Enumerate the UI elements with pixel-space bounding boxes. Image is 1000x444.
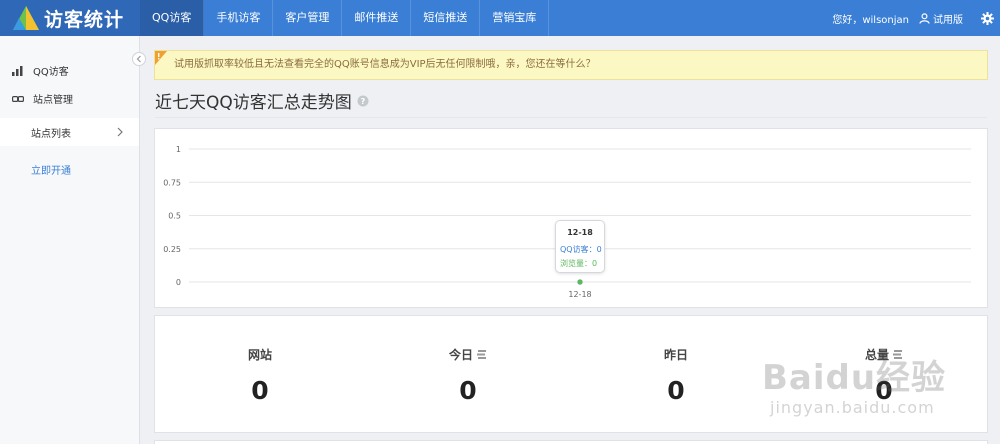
tooltip-value: 0 xyxy=(592,259,598,268)
logo[interactable]: 访客统计 xyxy=(0,0,140,36)
stat-label: 今日 xyxy=(448,348,473,362)
header-right: 您好，wilsonjan 试用版 xyxy=(832,0,1000,36)
gear-icon[interactable] xyxy=(981,11,994,25)
nav-tab-sms-push[interactable]: 短信推送 xyxy=(411,0,481,36)
x-tick-label: 12-18 xyxy=(568,290,591,299)
sidebar-item-label: 站点管理 xyxy=(33,95,73,106)
y-tick-label: 0.25 xyxy=(163,245,181,254)
bar-chart-icon xyxy=(12,65,26,76)
stats-card: 网站 0 今日 0 昨日 0 总量 0 xyxy=(154,315,988,433)
y-tick-label: 1 xyxy=(176,145,181,154)
nav-tab-customer-management[interactable]: 客户管理 xyxy=(273,0,343,36)
stat-label: 网站 xyxy=(247,348,272,362)
sidebar: QQ访客 站点管理 站点列表 立即开通 xyxy=(0,36,146,444)
trial-label: 试用版 xyxy=(933,14,963,26)
chevron-right-icon xyxy=(117,127,123,137)
sidebar-item-qq-visitors[interactable]: QQ访客 xyxy=(12,63,69,78)
bottom-card xyxy=(154,440,988,444)
title-divider xyxy=(155,117,987,118)
nav-tab-mobile-visitors[interactable]: 手机访客 xyxy=(204,0,274,36)
warning-flag-icon xyxy=(155,51,167,65)
chart-tooltip: 12-18 QQ访客：0 浏览量：0 xyxy=(555,220,605,273)
nav-tab-marketing-library[interactable]: 营销宝库 xyxy=(480,0,550,36)
page-title: 近七天QQ访客汇总走势图 ? xyxy=(155,88,369,113)
sidebar-subitem-site-list[interactable]: 站点列表 xyxy=(0,118,139,146)
user-icon xyxy=(919,12,930,24)
logo-icon xyxy=(13,6,39,30)
tooltip-value: 0 xyxy=(596,245,602,254)
stat-value: 0 xyxy=(251,376,269,405)
trend-chart-card: 1 0.75 0.5 0.25 0 12-18 12-18 QQ访客：0 浏览量：0 xyxy=(154,128,988,308)
y-tick-label: 0 xyxy=(176,278,181,287)
stat-value: 0 xyxy=(667,376,685,405)
chevron-left-icon xyxy=(136,55,141,63)
tooltip-label: 浏览量： xyxy=(560,259,592,268)
y-tick-label: 0.5 xyxy=(168,212,181,221)
sidebar-collapse-button[interactable] xyxy=(132,52,146,66)
tooltip-row-qq-visitors: QQ访客：0 xyxy=(560,244,602,255)
series-point-1[interactable] xyxy=(577,279,583,285)
main-nav: QQ访客 手机访客 客户管理 邮件推送 短信推送 营销宝库 xyxy=(140,0,550,36)
stack-icon[interactable] xyxy=(477,350,487,359)
nav-tab-email-push[interactable]: 邮件推送 xyxy=(342,0,412,36)
trial-alert-banner: 试用版抓取率较低且无法查看完全的QQ账号信息成为VIP后无任何限制哦，亲，您还在… xyxy=(154,50,988,80)
logo-text: 访客统计 xyxy=(44,8,125,31)
tooltip-date: 12-18 xyxy=(567,228,593,237)
tooltip-label: QQ访客： xyxy=(560,245,597,254)
stack-icon[interactable] xyxy=(893,350,903,359)
sidebar-subitem-label: 站点列表 xyxy=(31,128,71,140)
nav-tab-qq-visitors[interactable]: QQ访客 xyxy=(140,0,205,36)
trend-chart: 10.750.50.25012-18 xyxy=(163,145,971,299)
alert-text: 试用版抓取率较低且无法查看完全的QQ账号信息成为VIP后无任何限制哦，亲，您还在… xyxy=(174,59,596,70)
top-bar: 访客统计 QQ访客 手机访客 客户管理 邮件推送 短信推送 营销宝库 您好，wi… xyxy=(0,0,1000,36)
y-tick-label: 0.75 xyxy=(163,178,181,187)
stat-value: 0 xyxy=(875,376,893,405)
sidebar-item-label: QQ访客 xyxy=(33,67,69,78)
stat-label: 总量 xyxy=(864,348,889,362)
tooltip-row-pageviews: 浏览量：0 xyxy=(560,258,597,269)
stat-label: 昨日 xyxy=(663,348,688,362)
greeting-text: 您好，wilsonjan xyxy=(832,14,909,26)
help-icon[interactable]: ? xyxy=(357,95,369,107)
svg-text:?: ? xyxy=(360,97,365,106)
page-title-text: 近七天QQ访客汇总走势图 xyxy=(155,93,352,113)
link-icon xyxy=(12,95,26,103)
trial-account-link[interactable]: 试用版 xyxy=(919,11,963,26)
open-now-link[interactable]: 立即开通 xyxy=(31,162,71,177)
stat-value: 0 xyxy=(459,376,477,405)
sidebar-item-site-management[interactable]: 站点管理 xyxy=(12,91,73,106)
